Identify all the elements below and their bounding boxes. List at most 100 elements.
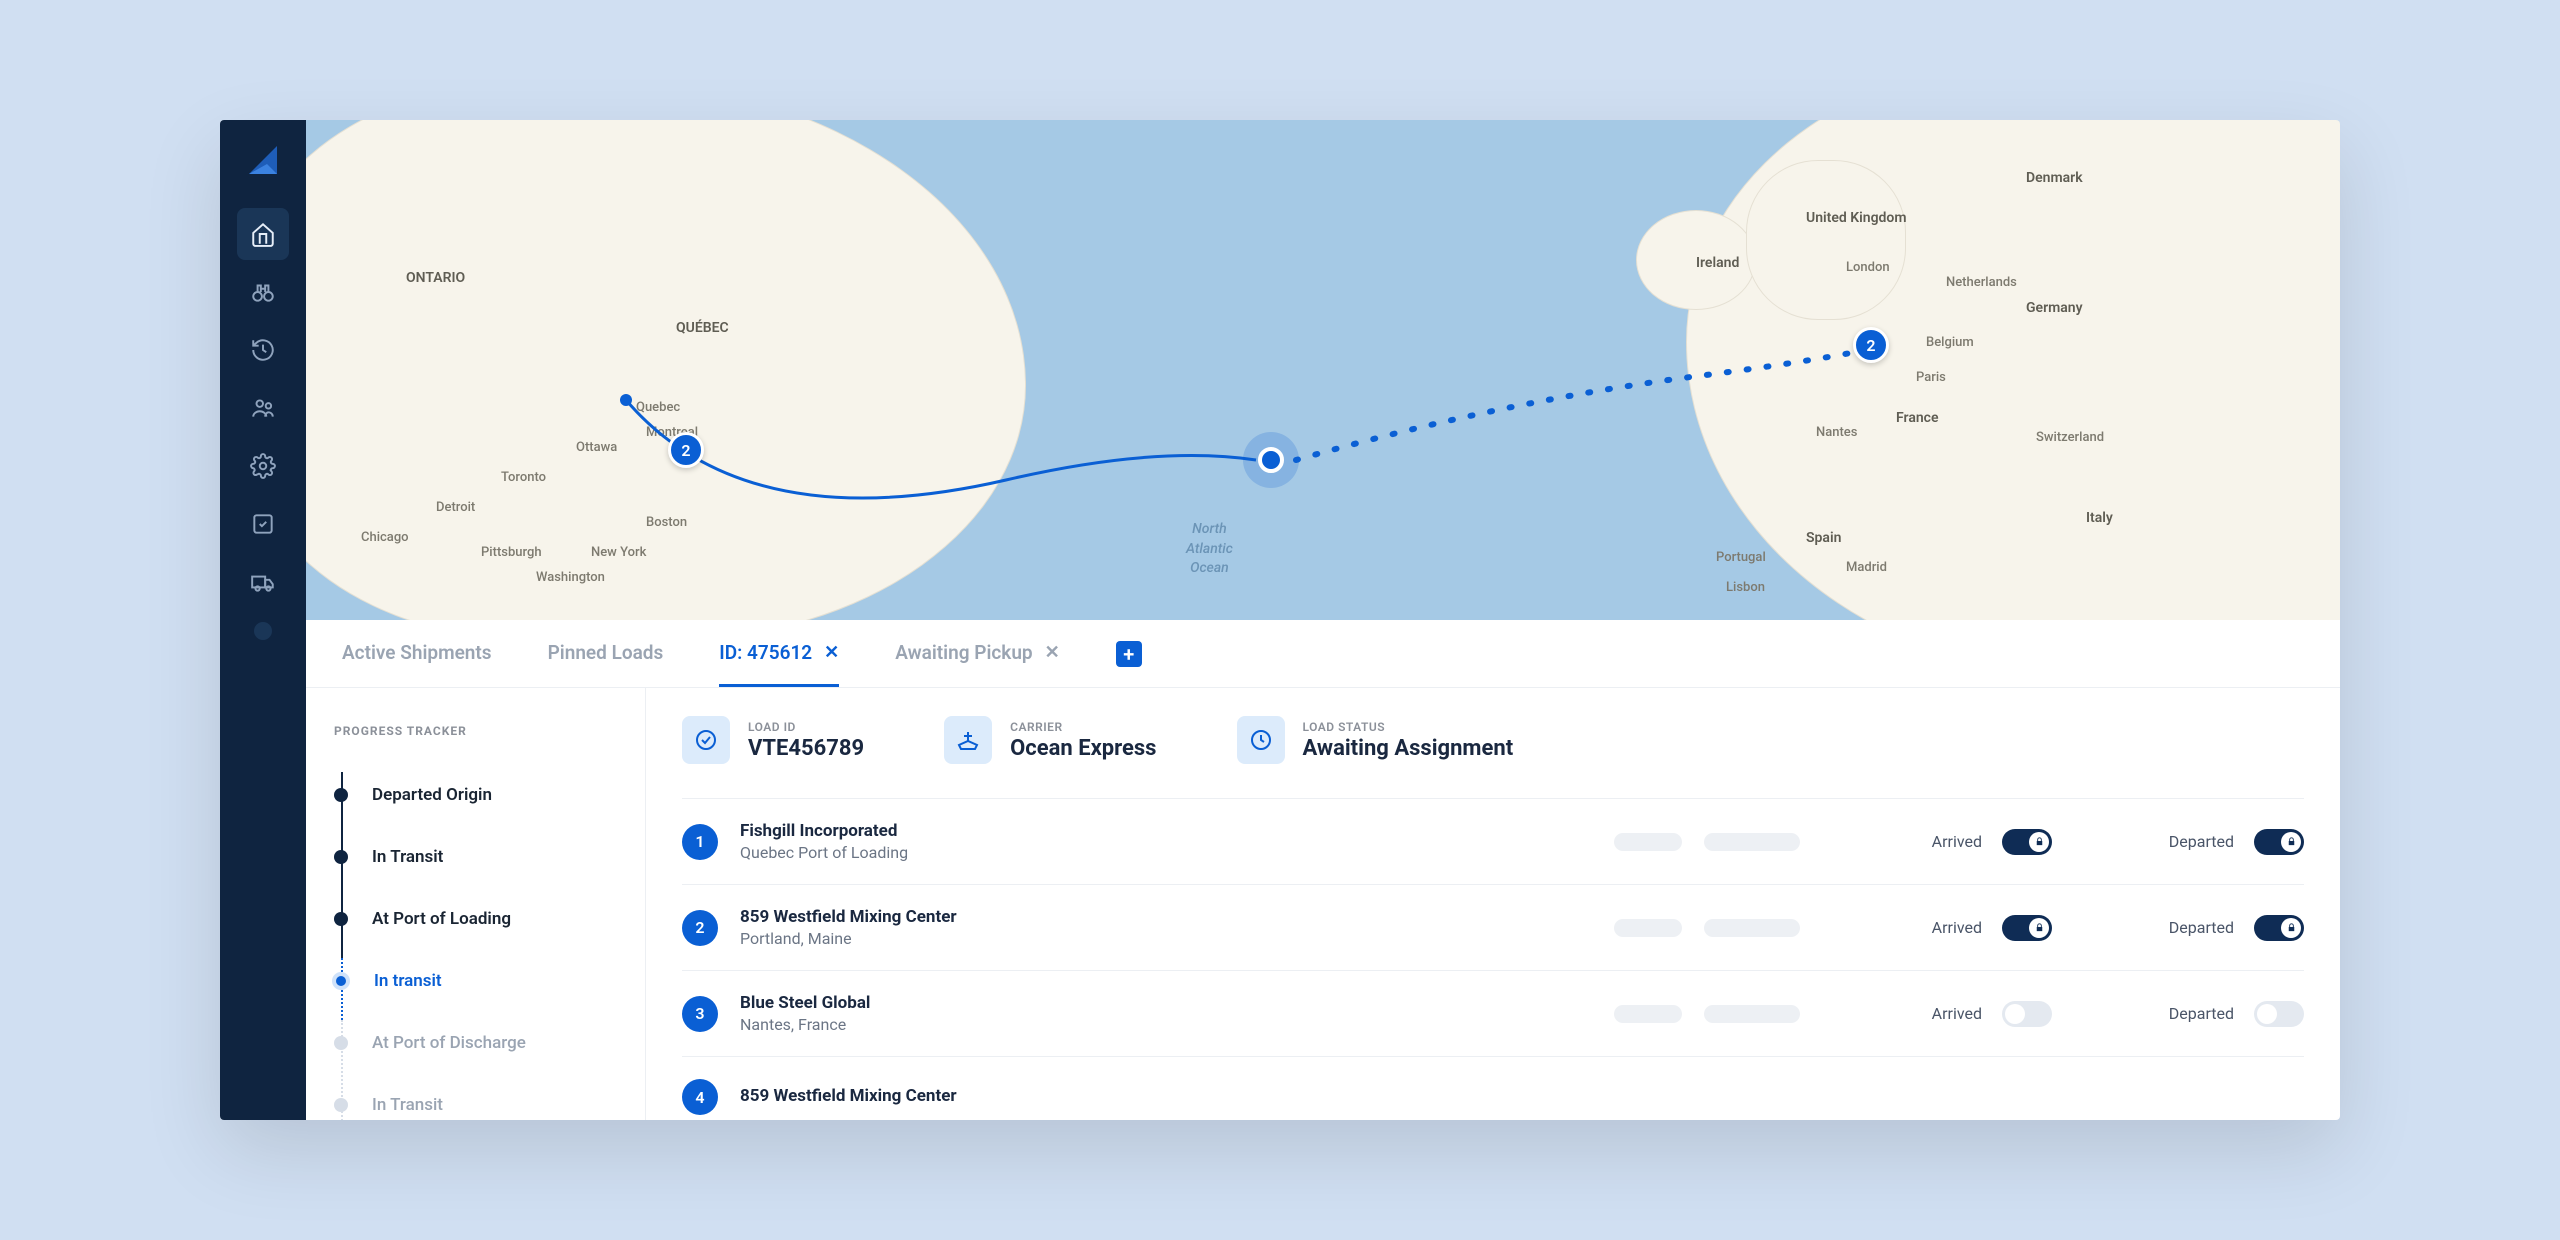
- map-label: United Kingdom: [1806, 210, 1907, 226]
- map-label: Detroit: [436, 500, 475, 515]
- map-label: London: [1846, 260, 1890, 275]
- placeholder: [1704, 833, 1800, 851]
- stop-row[interactable]: 4 859 Westfield Mixing Center: [682, 1056, 2304, 1120]
- tab-label: ID: 475612: [719, 641, 812, 664]
- stop-number-badge: 1: [682, 824, 718, 860]
- tracker-title: PROGRESS TRACKER: [334, 724, 617, 738]
- header-cards: LOAD ID VTE456789 CARRIER Ocean Express: [682, 716, 2304, 764]
- main-content: ONTARIO QUÉBEC United Kingdom Ireland Fr…: [306, 120, 2340, 1120]
- map-label: QUÉBEC: [676, 320, 729, 336]
- tracker-step[interactable]: At Port of Loading: [334, 888, 617, 950]
- stop-number-badge: 4: [682, 1079, 718, 1115]
- close-icon[interactable]: ✕: [824, 642, 839, 663]
- team-icon: [250, 395, 276, 421]
- map-label: Switzerland: [2036, 430, 2104, 445]
- map-label: Portugal: [1716, 550, 1766, 565]
- tracker-step[interactable]: In Transit: [334, 826, 617, 888]
- map-label: ONTARIO: [406, 270, 465, 286]
- nav-team[interactable]: [237, 382, 289, 434]
- nav-checklist[interactable]: [237, 498, 289, 550]
- map-label: Ottawa: [576, 440, 617, 455]
- sidebar: [220, 120, 306, 1120]
- stop-location: Quebec Port of Loading: [740, 843, 1592, 862]
- tracker-list: Departed Origin In Transit At Port of Lo…: [334, 764, 617, 1120]
- stop-row[interactable]: 1 Fishgill Incorporated Quebec Port of L…: [682, 798, 2304, 884]
- nav-home[interactable]: [237, 208, 289, 260]
- map-label: Quebec: [636, 400, 680, 415]
- tab-label: Awaiting Pickup: [895, 641, 1032, 664]
- tab-load-detail[interactable]: ID: 475612 ✕: [719, 620, 839, 687]
- ship-current-position[interactable]: [1243, 432, 1299, 488]
- tracker-step[interactable]: In Transit: [334, 1074, 617, 1120]
- stop-name: Blue Steel Global: [740, 993, 1592, 1013]
- tab-label: Pinned Loads: [548, 641, 664, 664]
- nav-truck[interactable]: [237, 556, 289, 608]
- step-label: At Port of Discharge: [372, 1033, 526, 1053]
- history-icon: [250, 337, 276, 363]
- departed-toggle[interactable]: [2254, 829, 2304, 855]
- step-label: In Transit: [372, 847, 443, 867]
- card-label: CARRIER: [1010, 720, 1156, 734]
- progress-tracker-panel: PROGRESS TRACKER Departed Origin In Tran…: [306, 688, 646, 1120]
- map-label: Pittsburgh: [481, 545, 542, 560]
- departed-toggle[interactable]: [2254, 1001, 2304, 1027]
- add-tab-button[interactable]: +: [1116, 641, 1142, 667]
- origin-marker[interactable]: [620, 394, 632, 406]
- stop-row[interactable]: 2 859 Westfield Mixing Center Portland, …: [682, 884, 2304, 970]
- waypoint-badge[interactable]: 2: [668, 432, 704, 468]
- placeholder: [1704, 919, 1800, 937]
- home-icon: [250, 221, 276, 247]
- map-label: Nantes: [1816, 425, 1857, 440]
- arrived-toggle[interactable]: [2002, 1001, 2052, 1027]
- placeholder: [1614, 833, 1682, 851]
- placeholder: [1704, 1005, 1800, 1023]
- arrived-toggle[interactable]: [2002, 915, 2052, 941]
- stop-number-badge: 2: [682, 910, 718, 946]
- arrived-label: Arrived: [1932, 918, 1982, 937]
- tabs-bar: Active Shipments Pinned Loads ID: 475612…: [306, 620, 2340, 688]
- map-label: New York: [591, 545, 646, 560]
- binoculars-icon: [250, 279, 276, 305]
- card-value: Ocean Express: [1010, 736, 1156, 761]
- card-label: LOAD STATUS: [1303, 720, 1514, 734]
- map-label: Italy: [2086, 510, 2113, 526]
- map-label: Chicago: [361, 530, 409, 545]
- tab-awaiting-pickup[interactable]: Awaiting Pickup ✕: [895, 620, 1059, 687]
- stop-name: Fishgill Incorporated: [740, 821, 1592, 841]
- card-load-status: LOAD STATUS Awaiting Assignment: [1237, 716, 1514, 764]
- arrived-toggle[interactable]: [2002, 829, 2052, 855]
- map-label: Lisbon: [1726, 580, 1765, 595]
- tab-label: Active Shipments: [342, 641, 492, 664]
- tab-active-shipments[interactable]: Active Shipments: [342, 620, 492, 687]
- card-value: VTE456789: [748, 736, 864, 761]
- clock-icon: [1237, 716, 1285, 764]
- tab-pinned-loads[interactable]: Pinned Loads: [548, 620, 664, 687]
- map-label: Spain: [1806, 530, 1841, 546]
- stop-name: 859 Westfield Mixing Center: [740, 907, 1592, 927]
- lock-icon: [2286, 836, 2297, 847]
- map-label: Paris: [1916, 370, 1946, 385]
- gear-icon: [250, 453, 276, 479]
- card-carrier: CARRIER Ocean Express: [944, 716, 1156, 764]
- lock-icon: [2034, 836, 2045, 847]
- arrived-label: Arrived: [1932, 832, 1982, 851]
- step-dot-icon: [334, 912, 348, 926]
- step-dot-icon: [334, 788, 348, 802]
- load-detail-panel: LOAD ID VTE456789 CARRIER Ocean Express: [646, 688, 2340, 1120]
- nav-history[interactable]: [237, 324, 289, 376]
- nav-binoculars[interactable]: [237, 266, 289, 318]
- tracker-step[interactable]: Departed Origin: [334, 764, 617, 826]
- map-label: Washington: [536, 570, 605, 585]
- stop-number-badge: 3: [682, 996, 718, 1032]
- tracker-step-current[interactable]: In transit: [334, 950, 617, 1012]
- card-label: LOAD ID: [748, 720, 864, 734]
- route-map[interactable]: ONTARIO QUÉBEC United Kingdom Ireland Fr…: [306, 120, 2340, 620]
- nav-settings[interactable]: [237, 440, 289, 492]
- lock-icon: [2286, 922, 2297, 933]
- close-icon[interactable]: ✕: [1045, 642, 1060, 663]
- departed-toggle[interactable]: [2254, 915, 2304, 941]
- card-value: Awaiting Assignment: [1303, 736, 1514, 761]
- stop-row[interactable]: 3 Blue Steel Global Nantes, France Arriv…: [682, 970, 2304, 1056]
- waypoint-badge[interactable]: 2: [1853, 327, 1889, 363]
- tracker-step[interactable]: At Port of Discharge: [334, 1012, 617, 1074]
